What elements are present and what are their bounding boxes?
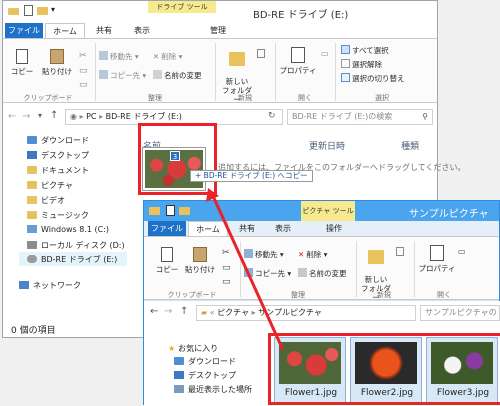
drag-arrow (206, 188, 285, 351)
